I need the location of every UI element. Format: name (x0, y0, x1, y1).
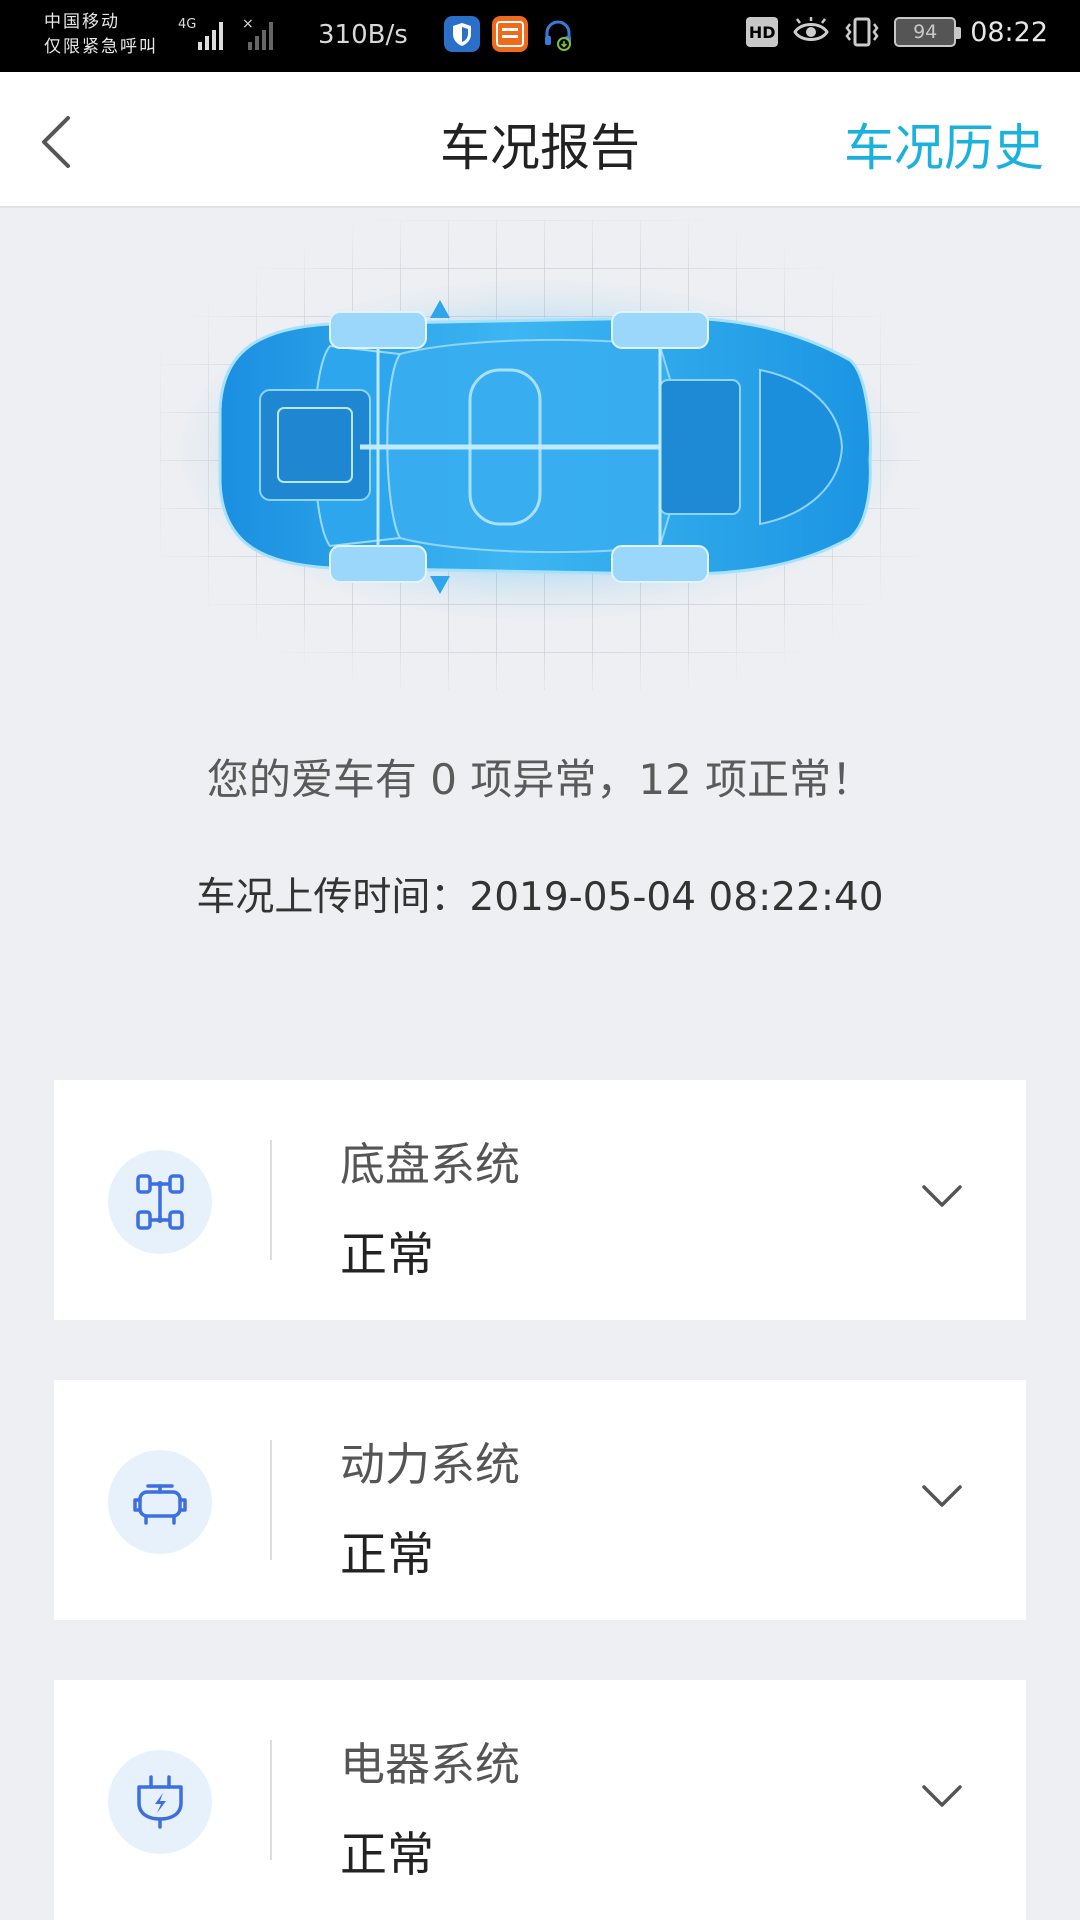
carrier-info: 中国移动 仅限紧急呼叫 (44, 10, 158, 60)
system-status: 正常 (340, 1228, 434, 1283)
system-name: 底盘系统 (340, 1138, 521, 1191)
chevron-down-icon[interactable] (920, 1482, 964, 1510)
system-card-powertrain[interactable]: 动力系统 正常 (54, 1380, 1026, 1620)
system-name: 动力系统 (340, 1438, 521, 1491)
clock: 08:22 (970, 16, 1048, 48)
engine-icon-badge (108, 1450, 212, 1554)
system-status: 正常 (340, 1528, 434, 1583)
network-type: 4G (178, 17, 196, 32)
chevron-down-icon[interactable] (920, 1182, 964, 1210)
card-divider (270, 1740, 272, 1860)
battery-icon: 94 (894, 17, 962, 47)
chassis-icon-badge (108, 1150, 212, 1254)
carrier-name: 中国移动 (44, 12, 120, 32)
signal-icon: 4G × (178, 16, 273, 50)
carrier-status: 仅限紧急呼叫 (44, 37, 158, 57)
headset-download-icon (545, 20, 571, 51)
status-bar: 中国移动 仅限紧急呼叫 4G × 310B/s HD 94 08:22 (0, 0, 1080, 72)
car-xray-illustration (160, 220, 920, 690)
card-divider (270, 1440, 272, 1560)
notification-icons (444, 16, 576, 52)
nav-bar: 车况报告 车况历史 (0, 72, 1080, 208)
system-status: 正常 (340, 1828, 434, 1883)
condition-summary: 您的爱车有 0 项异常，12 项正常！ (206, 755, 874, 804)
shield-app-icon (444, 16, 480, 52)
pingan-bank-app-icon (492, 16, 528, 52)
system-card-chassis[interactable]: 底盘系统 正常 (54, 1080, 1026, 1320)
upload-time: 车况上传时间：2019-05-04 08:22:40 (196, 875, 884, 920)
card-divider (270, 1140, 272, 1260)
electrical-plug-icon (137, 1775, 183, 1829)
network-speed: 310B/s (318, 20, 408, 50)
chassis-icon (136, 1174, 184, 1230)
engine-icon (133, 1484, 187, 1525)
vehicle-history-link[interactable]: 车况历史 (844, 108, 1044, 180)
electrical-icon-badge (108, 1750, 212, 1854)
svg-text:×: × (242, 16, 254, 32)
system-name: 电器系统 (340, 1738, 521, 1791)
vibrate-icon (845, 17, 879, 47)
chevron-down-icon[interactable] (920, 1782, 964, 1810)
eye-comfort-icon (793, 17, 829, 41)
system-card-electrical[interactable]: 电器系统 正常 (54, 1680, 1026, 1920)
system-indicators: HD 94 08:22 (746, 16, 1048, 48)
hd-voice-icon: HD (746, 17, 779, 47)
